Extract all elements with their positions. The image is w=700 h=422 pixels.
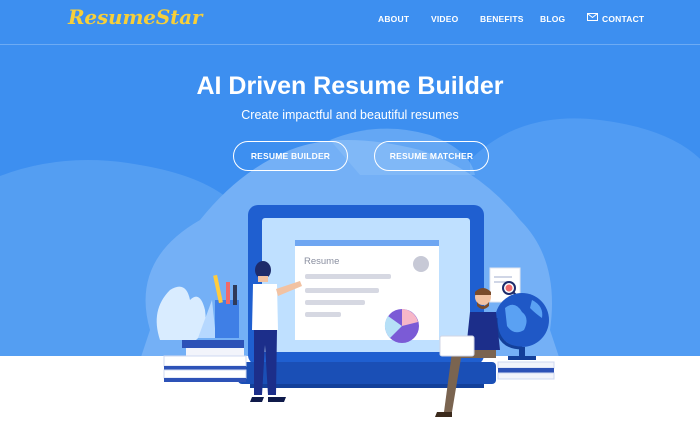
top-navigation: ResumeStar ABOUT VIDEO BENEFITS BLOG CON… <box>0 0 700 45</box>
nav-link-benefits[interactable]: BENEFITS <box>480 14 524 24</box>
hero-illustration: Resume <box>0 118 700 422</box>
hero-subtitle: Create impactful and beautiful resumes <box>241 108 459 122</box>
resume-doc-label: Resume <box>304 256 339 267</box>
resume-photo-placeholder <box>413 256 429 272</box>
brand-logo[interactable]: ResumeStar <box>68 5 202 29</box>
mail-icon[interactable] <box>587 13 598 21</box>
nav-link-blog[interactable]: BLOG <box>540 14 565 24</box>
hero-title: AI Driven Resume Builder <box>196 72 504 100</box>
book-stack <box>182 340 244 348</box>
resume-builder-button[interactable]: RESUME BUILDER <box>233 141 348 171</box>
nav-link-contact[interactable]: CONTACT <box>602 14 644 24</box>
bench <box>497 361 555 369</box>
nav-link-about[interactable]: ABOUT <box>378 14 409 24</box>
resume-matcher-button[interactable]: RESUME MATCHER <box>374 141 489 171</box>
nav-link-video[interactable]: VIDEO <box>431 14 458 24</box>
laptop-icon <box>439 335 475 357</box>
pencil-cup <box>215 300 239 338</box>
